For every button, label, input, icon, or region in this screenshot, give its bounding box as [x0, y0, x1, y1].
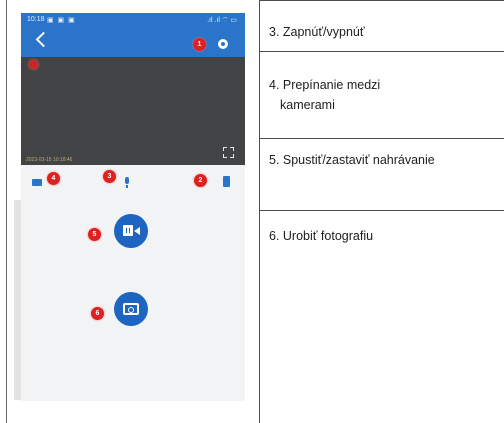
- table-border-top: [259, 0, 504, 1]
- description-3-line: 3. Zapnúť/vypnúť: [269, 25, 365, 39]
- sd-card-icon[interactable]: [223, 176, 230, 187]
- record-video-button[interactable]: [114, 214, 148, 248]
- settings-gear-icon[interactable]: [218, 39, 228, 49]
- video-timestamp: 2023-03-15 10:18:46: [26, 157, 73, 163]
- callout-badge-5: 5: [88, 228, 101, 241]
- row-divider-2: [259, 138, 504, 139]
- take-photo-button[interactable]: [114, 292, 148, 326]
- notification-icons: ▣ ▣ ▣: [47, 17, 76, 24]
- description-6: 6. Urobiť fotografiu: [269, 226, 373, 246]
- app-bar: 10:18 ▣ ▣ ▣ .ıl .ıl ⌔ ▭: [21, 13, 245, 57]
- row-divider-1: [259, 51, 504, 52]
- description-4: 4. Prepínanie medzi kamerami: [269, 75, 380, 115]
- switch-camera-icon[interactable]: [32, 179, 42, 186]
- description-4-line-2: kamerami: [280, 98, 335, 112]
- status-time: 10:18: [27, 16, 45, 23]
- signal-wifi-battery-icons: .ıl .ıl ⌔ ▭: [207, 17, 237, 24]
- recording-indicator-icon: [29, 60, 38, 69]
- row-divider-3: [259, 210, 504, 211]
- description-4-line-1: 4. Prepínanie medzi: [269, 78, 381, 92]
- description-5-line: 5. Spustiť/zastaviť nahrávanie: [269, 153, 435, 167]
- callout-badge-1: 1: [193, 38, 206, 51]
- fullscreen-icon[interactable]: [223, 147, 234, 158]
- callout-badge-3: 3: [103, 170, 116, 183]
- description-6-line: 6. Urobiť fotografiu: [269, 229, 374, 243]
- table-border-left: [6, 0, 7, 423]
- status-bar: 10:18 ▣ ▣ ▣ .ıl .ıl ⌔ ▭: [21, 13, 245, 27]
- callout-badge-6: 6: [91, 307, 104, 320]
- microphone-icon[interactable]: [125, 177, 129, 188]
- description-3: 3. Zapnúť/vypnúť: [269, 22, 365, 42]
- callout-badge-2: 2: [194, 174, 207, 187]
- phone-edge-shadow: [14, 200, 21, 400]
- callout-badge-4: 4: [47, 172, 60, 185]
- table-border-middle: [259, 0, 260, 423]
- back-arrow-icon[interactable]: [35, 31, 52, 48]
- video-camera-icon: [123, 225, 140, 236]
- camera-video-feed[interactable]: 2023-03-15 10:18:46: [21, 57, 245, 165]
- description-5: 5. Spustiť/zastaviť nahrávanie: [269, 150, 435, 170]
- phone-screenshot: 10:18 ▣ ▣ ▣ .ıl .ıl ⌔ ▭ 2023-03-15 10:18…: [21, 13, 245, 401]
- camera-icon: [123, 303, 139, 315]
